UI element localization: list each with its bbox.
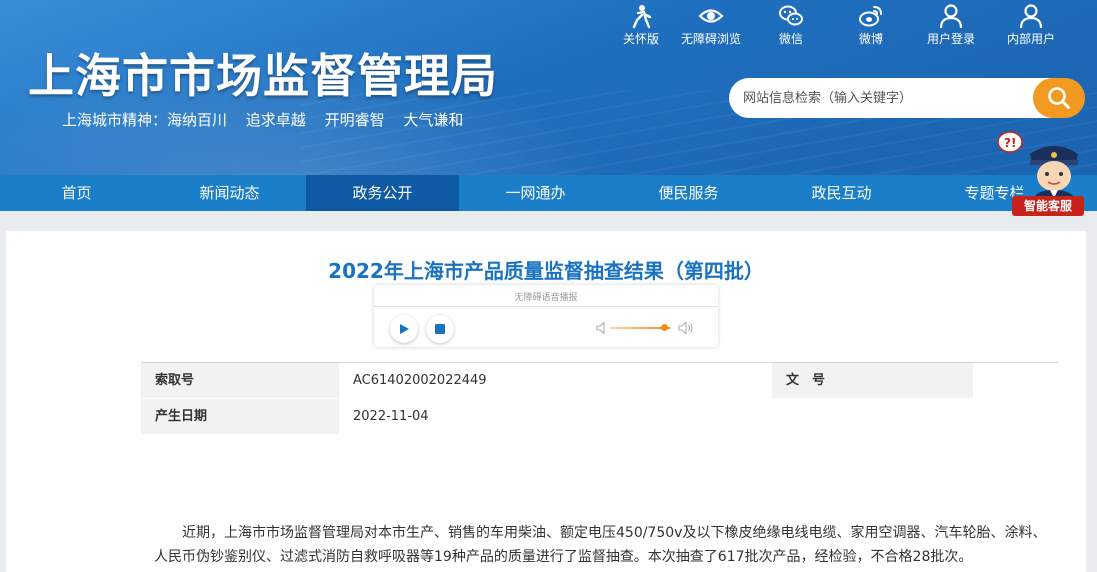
nav-public-service[interactable]: 便民服务 [612,175,765,211]
smart-service-bot[interactable]: ?! 智能客服 [996,124,1088,220]
index-number-value: AC61402002022449 [353,373,487,388]
player-label: 无障碍语音播报 [514,293,578,303]
nav-interaction[interactable]: 政民互动 [765,175,918,211]
site-search [729,78,1085,118]
user-login-label: 用户登录 [926,32,975,46]
player-header: 无障碍语音播报 [374,285,718,307]
play-icon [400,324,409,334]
document-number-label: 文 号 [772,363,973,398]
document-number-value [973,363,1058,398]
volume-up-icon[interactable] [678,321,694,335]
slogan-part: 大气谦和 [403,111,464,129]
nav-news[interactable]: 新闻动态 [153,175,306,211]
article-title: 2022年上海市产品质量监督抽查结果（第四批） [328,259,764,283]
eye-icon [698,9,724,23]
weibo-icon [859,6,882,27]
slogan-part: 追求卓越 [245,111,306,129]
site-title[interactable]: 上海市市场监督管理局 [28,40,498,106]
wechat-link[interactable]: 微信 [751,3,831,47]
index-number-label: 索取号 [141,363,339,398]
elderly-care-icon [632,5,652,29]
stop-button[interactable] [426,315,454,343]
document-meta-table: 索取号 AC61402002022449 文 号 产生日期 2022-11-04 [141,362,1058,434]
article-container: 2022年上海市产品质量监督抽查结果（第四批） 无障碍语音播报 索取号 AC61… [6,231,1086,572]
user-login-link[interactable]: 用户登录 [911,3,991,47]
date-label: 产生日期 [141,399,339,434]
weibo-label: 微博 [858,32,883,46]
care-mode-label: 关怀版 [622,32,659,46]
city-slogan: 上海城市精神：海纳百川 追求卓越 开明睿智 大气谦和 [62,109,477,130]
user-icon [939,4,963,29]
date-value: 2022-11-04 [353,409,429,424]
user-icon [1019,4,1043,29]
volume-mute-icon[interactable] [596,321,608,335]
slogan-part: 开明睿智 [324,111,385,129]
internal-user-link[interactable]: 内部用户 [991,3,1071,47]
main-nav: 首页 新闻动态 政务公开 一网通办 便民服务 政民互动 专题专栏 [0,175,1097,211]
wechat-icon [779,5,803,26]
officer-avatar-icon: ?! [997,131,1078,202]
site-header: 上海市市场监督管理局 上海城市精神：海纳百川 追求卓越 开明睿智 大气谦和 关怀… [0,0,1097,175]
search-button[interactable] [1033,78,1085,118]
audio-player: 无障碍语音播报 [374,285,718,347]
nav-gov-affairs[interactable]: 政务公开 [306,175,459,211]
accessibility-label: 无障碍浏览 [680,32,741,46]
svg-text:?!: ?! [1004,136,1016,150]
search-input[interactable] [729,78,1059,118]
top-links: 关怀版 无障碍浏览 微信 微博 用户登录 内部用户 [611,3,1071,47]
smart-service-label: 智能客服 [1012,196,1084,216]
search-icon [1048,87,1070,109]
accessibility-link[interactable]: 无障碍浏览 [671,3,751,47]
meta-row: 产生日期 2022-11-04 [141,398,1058,434]
nav-one-stop-service[interactable]: 一网通办 [459,175,612,211]
weibo-link[interactable]: 微博 [831,3,911,47]
play-button[interactable] [390,315,418,343]
article-paragraph: 近期，上海市市场监督管理局对本市生产、销售的车用柴油、额定电压450/750v及… [154,525,1047,565]
meta-row: 索取号 AC61402002022449 文 号 [141,363,1058,398]
nav-home[interactable]: 首页 [0,175,153,211]
wechat-label: 微信 [778,32,803,46]
volume-slider[interactable] [610,324,670,331]
slogan-part: 上海城市精神：海纳百川 [62,111,228,129]
stop-icon [435,324,445,334]
care-mode-link[interactable]: 关怀版 [611,3,671,47]
volume-slider-thumb[interactable] [660,324,668,331]
internal-user-label: 内部用户 [1006,32,1055,46]
